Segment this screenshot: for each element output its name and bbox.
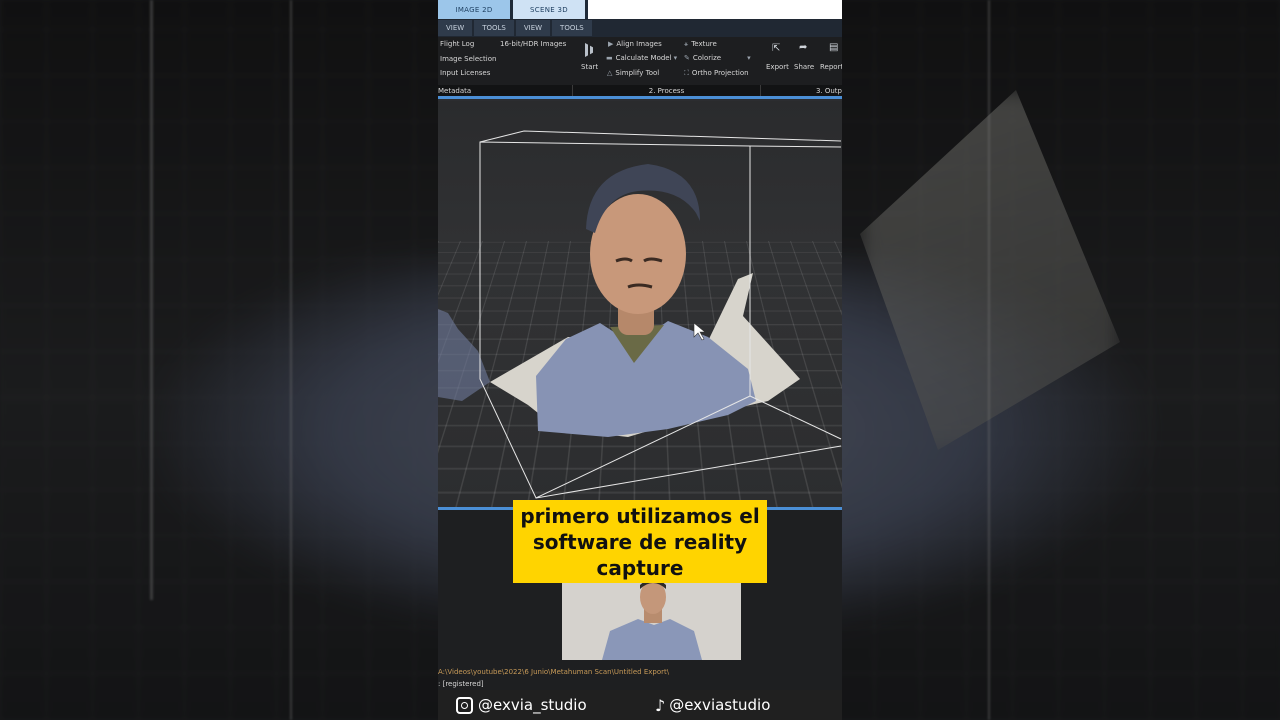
caption-line: software de reality (532, 529, 748, 554)
tab-scene-3d[interactable]: SCENE 3D (513, 0, 585, 19)
face-shape (590, 194, 686, 314)
tab-tools[interactable]: TOOLS (474, 20, 514, 36)
sub-tab-row: VIEW TOOLS VIEW TOOLS (438, 19, 842, 37)
calculate-model-button[interactable]: ▬ Calculate Model ▾ (606, 54, 680, 62)
tab-view[interactable]: VIEW (438, 20, 473, 36)
colorize-icon: ✎ (684, 54, 690, 62)
ribbon-section-bar: Metadata 2. Process 3. Outp (438, 85, 842, 96)
input-licenses-label: Input Licenses (440, 69, 491, 77)
colorize-label: Colorize (692, 54, 722, 62)
texture-label: Texture (691, 40, 717, 48)
caption-line: primero utilizamos el (520, 503, 760, 528)
share-icon[interactable]: ➦ (799, 42, 807, 53)
tiktok-label: @exviastudio (669, 696, 771, 714)
input-licenses-button[interactable]: Input Licenses (440, 69, 490, 77)
report-icon[interactable]: ▤ (829, 42, 838, 53)
tab-image-2d[interactable]: IMAGE 2D (438, 0, 510, 19)
video-frame: IMAGE 2D SCENE 3D VIEW TOOLS VIEW TOOLS … (438, 0, 842, 720)
tab-row-filler (588, 0, 842, 19)
image-selection-button[interactable]: Image Selection (440, 55, 496, 63)
tab-view-secondary[interactable]: VIEW (515, 20, 551, 36)
console-status: : [registered] (438, 680, 484, 688)
instagram-handle[interactable]: @exvia_studio (456, 696, 587, 714)
hdr-images-label: 16-bit/HDR Images (500, 40, 567, 48)
flight-log-button[interactable]: Flight Log (440, 40, 474, 48)
3d-viewport[interactable] (438, 101, 842, 507)
thumbnail-person (562, 583, 741, 660)
caption-line: capture (596, 555, 684, 580)
calculate-model-label: Calculate Model (615, 54, 672, 62)
tiktok-icon: ♪ (655, 695, 666, 715)
social-bar: @exvia_studio ♪ @exviastudio (438, 690, 842, 720)
ortho-icon: ⛶ (684, 69, 689, 77)
ribbon-toolbar: Flight Log 16-bit/HDR Images Image Selec… (438, 37, 842, 85)
hdr-images-button[interactable]: 16-bit/HDR Images (500, 40, 566, 48)
align-icon: ▶ (608, 40, 614, 48)
scan-edge-left (438, 309, 490, 401)
video-caption: primero utilizamos el software de realit… (513, 500, 767, 583)
report-button[interactable]: Report (820, 63, 842, 71)
image-selection-label: Image Selection (440, 55, 497, 63)
share-button[interactable]: Share (794, 63, 814, 71)
dropdown-arrow-icon[interactable]: ▾ (674, 54, 678, 62)
image-thumbnail[interactable] (562, 583, 741, 660)
export-icon[interactable]: ⇱ (772, 43, 780, 54)
colorize-dropdown-icon[interactable]: ▾ (747, 54, 751, 62)
start-icon[interactable] (585, 43, 598, 57)
model-icon: ▬ (606, 54, 613, 62)
texture-button[interactable]: ⚹ Texture (684, 40, 717, 49)
simplify-icon: △ (607, 69, 613, 77)
tiktok-handle[interactable]: ♪ @exviastudio (655, 696, 770, 715)
simplify-tool-button[interactable]: △ Simplify Tool (607, 69, 659, 77)
ortho-projection-label: Ortho Projection (691, 69, 749, 77)
instagram-label: @exvia_studio (478, 696, 587, 714)
export-button[interactable]: Export (766, 63, 789, 71)
align-images-label: Align Images (616, 40, 662, 48)
instagram-icon (456, 696, 473, 714)
flight-log-label: Flight Log (440, 40, 475, 48)
colorize-button[interactable]: ✎ Colorize ▾ (684, 54, 754, 62)
section-metadata: Metadata (438, 85, 573, 96)
section-process: 2. Process (573, 85, 761, 96)
viewport-top-border (438, 96, 842, 99)
tab-tools-secondary[interactable]: TOOLS (552, 20, 592, 36)
start-button[interactable]: Start (581, 63, 598, 71)
texture-icon: ⚹ (684, 40, 689, 48)
simplify-tool-label: Simplify Tool (615, 69, 660, 77)
section-output: 3. Outp (815, 86, 842, 95)
console-path: A:\Videos\youtube\2022\6 Junio\Metahuman… (438, 668, 670, 676)
ortho-projection-button[interactable]: ⛶ Ortho Projection (684, 69, 749, 78)
top-tab-row: IMAGE 2D SCENE 3D (438, 0, 842, 19)
3d-scene (438, 130, 842, 499)
align-images-button[interactable]: ▶ Align Images (608, 40, 662, 48)
